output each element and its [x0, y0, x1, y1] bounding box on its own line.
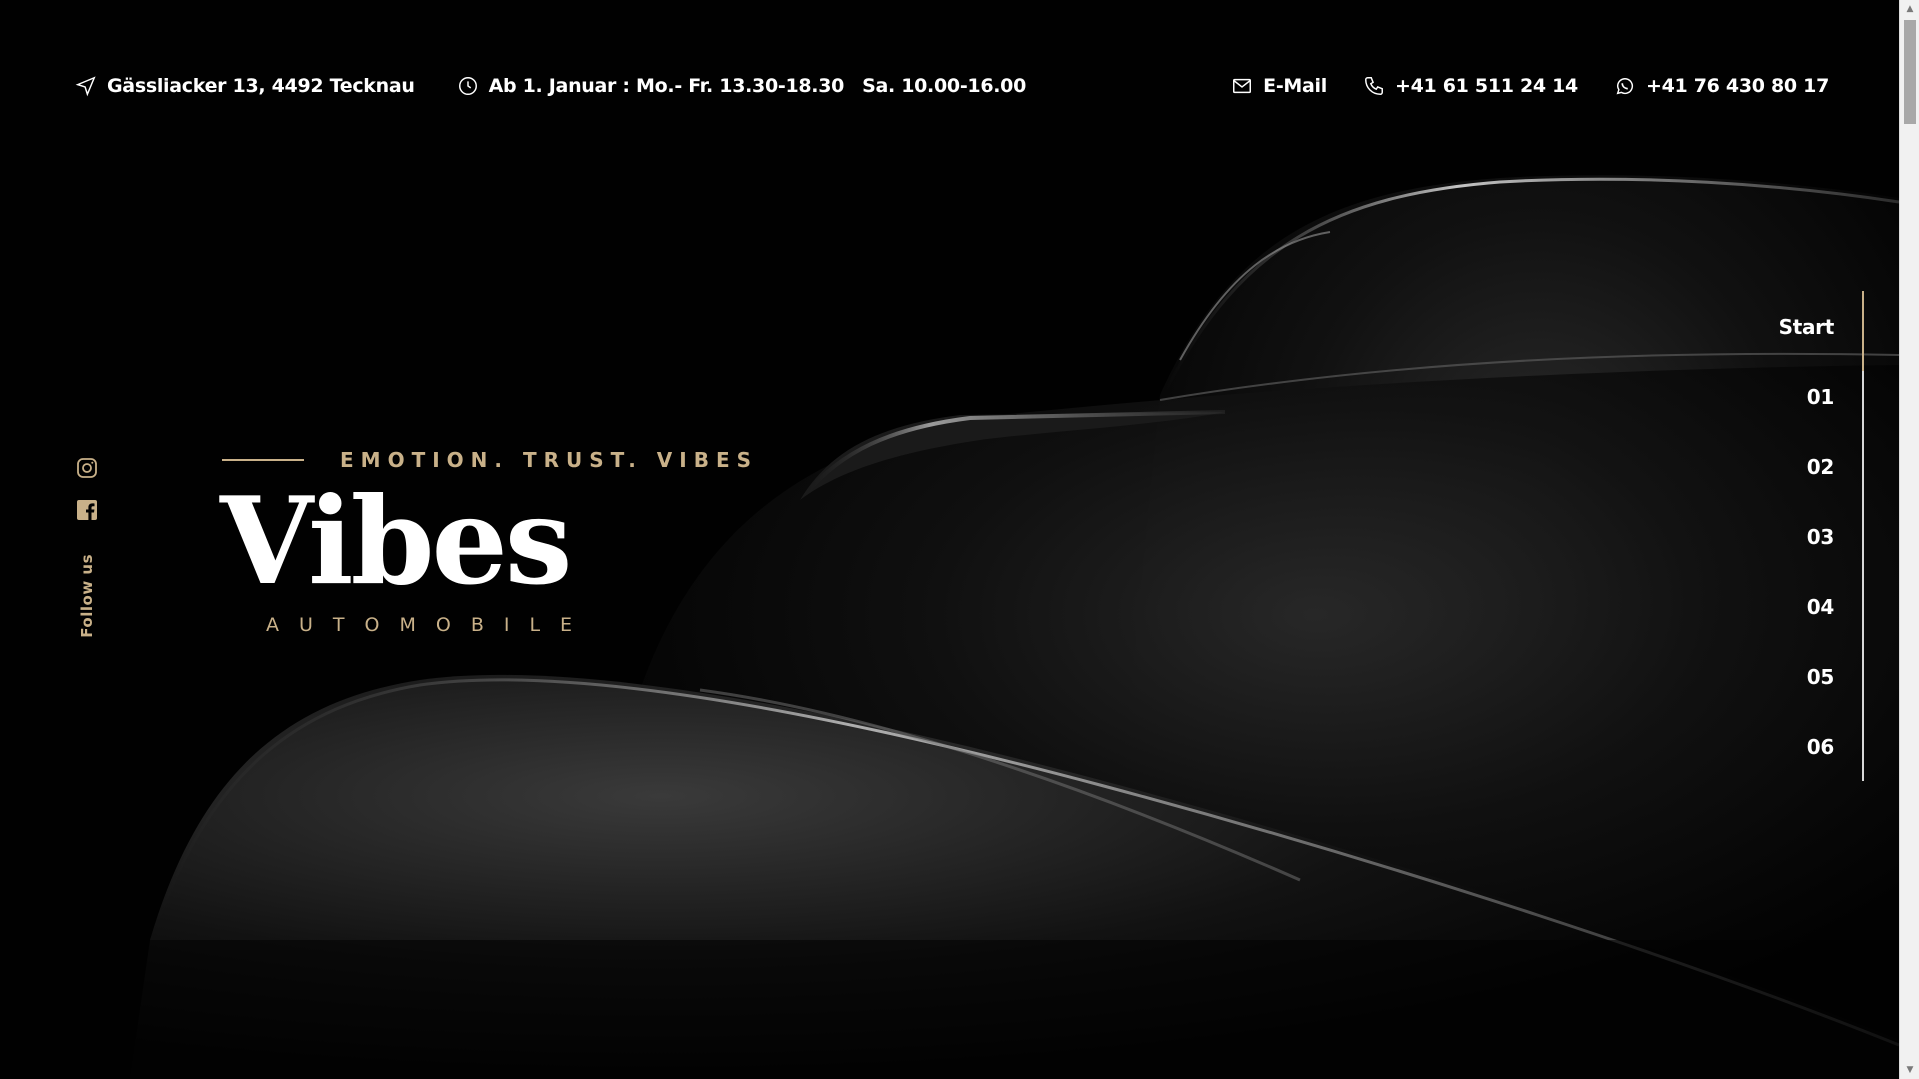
phone-text: +41 61 511 24 14: [1394, 75, 1578, 97]
follow-us-label: Follow us: [78, 554, 96, 638]
vertical-scrollbar[interactable]: ▲ ▼: [1899, 0, 1919, 1079]
social-links: Follow us: [74, 456, 100, 638]
top-info-right: E-Mail +41 61 511 24 14 +41 76 430 80 17: [1195, 75, 1829, 97]
slide-nav: Start 01 02 03 04 05 06: [1779, 315, 1835, 805]
slide-nav-active-indicator: [1862, 291, 1864, 371]
top-info-left: Gässliacker 13, 4492 Tecknau Ab 1. Janua…: [75, 75, 1068, 97]
whatsapp-text: +41 76 430 80 17: [1645, 75, 1829, 97]
whatsapp-icon: [1616, 78, 1634, 95]
whatsapp-link[interactable]: +41 76 430 80 17: [1614, 75, 1829, 97]
brand-logo-text: Vibes: [220, 471, 572, 612]
location-arrow-icon: [75, 76, 96, 97]
slide-nav-start[interactable]: Start: [1779, 315, 1835, 385]
slide-nav-05[interactable]: 05: [1807, 665, 1835, 735]
opening-hours: Ab 1. Januar : Mo.- Fr. 13.30-18.30 Sa. …: [457, 75, 1026, 97]
address-text: Gässliacker 13, 4492 Tecknau: [107, 75, 415, 97]
email-link[interactable]: E-Mail: [1231, 75, 1327, 97]
page: Gässliacker 13, 4492 Tecknau Ab 1. Janua…: [0, 0, 1919, 1079]
slide-nav-06[interactable]: 06: [1807, 735, 1835, 805]
tagline-text: EMOTION. TRUST. VIBES: [340, 448, 759, 472]
scroll-down-arrow-icon[interactable]: ▼: [1900, 1061, 1919, 1079]
envelope-icon: [1233, 78, 1252, 94]
scroll-up-arrow-icon[interactable]: ▲: [1900, 0, 1919, 18]
tagline-divider: [222, 459, 304, 461]
phone-link[interactable]: +41 61 511 24 14: [1363, 75, 1578, 97]
email-label: E-Mail: [1263, 75, 1327, 97]
top-info-bar: Gässliacker 13, 4492 Tecknau Ab 1. Janua…: [75, 70, 1829, 102]
hours-saturday-text: Sa. 10.00-16.00: [862, 75, 1026, 97]
address-link[interactable]: Gässliacker 13, 4492 Tecknau: [75, 75, 415, 97]
phone-icon: [1364, 77, 1383, 95]
scrollbar-thumb[interactable]: [1904, 20, 1916, 124]
slide-nav-02[interactable]: 02: [1807, 455, 1835, 525]
clock-icon: [458, 77, 477, 95]
hero-tagline: EMOTION. TRUST. VIBES: [222, 448, 758, 472]
hours-week-text: Ab 1. Januar : Mo.- Fr. 13.30-18.30: [488, 75, 845, 97]
instagram-icon[interactable]: [75, 456, 99, 480]
facebook-icon[interactable]: [75, 498, 99, 522]
slide-nav-01[interactable]: 01: [1807, 385, 1835, 455]
brand-subtitle: AUTOMOBILE: [266, 614, 593, 636]
slide-nav-03[interactable]: 03: [1807, 525, 1835, 595]
slide-nav-04[interactable]: 04: [1807, 595, 1835, 665]
